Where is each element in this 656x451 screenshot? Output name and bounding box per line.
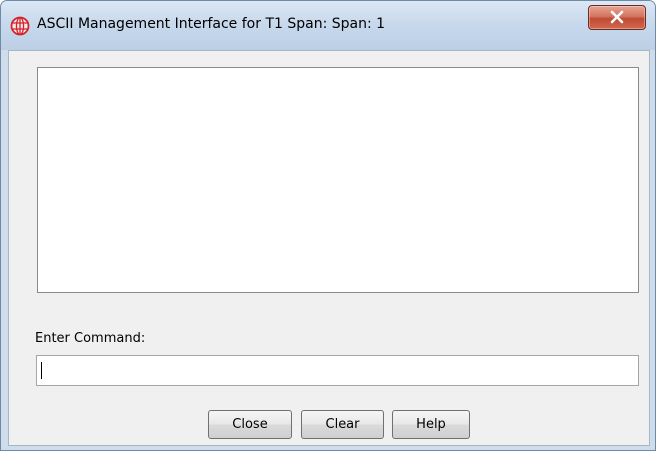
window-close-button[interactable] (588, 5, 646, 30)
help-button[interactable]: Help (392, 410, 470, 439)
window-title: ASCII Management Interface for T1 Span: … (37, 16, 386, 32)
command-label: Enter Command: (35, 331, 146, 346)
output-console[interactable] (37, 67, 639, 293)
dialog-window: ASCII Management Interface for T1 Span: … (0, 0, 656, 451)
dialog-content: Enter Command: Close Clear Help (8, 50, 650, 446)
close-icon (609, 9, 625, 25)
globe-grid-icon (10, 16, 30, 36)
command-input[interactable] (36, 355, 639, 386)
close-button[interactable]: Close (208, 410, 292, 439)
clear-button[interactable]: Clear (301, 410, 384, 439)
title-bar[interactable]: ASCII Management Interface for T1 Span: … (1, 1, 655, 50)
text-caret (41, 362, 42, 379)
